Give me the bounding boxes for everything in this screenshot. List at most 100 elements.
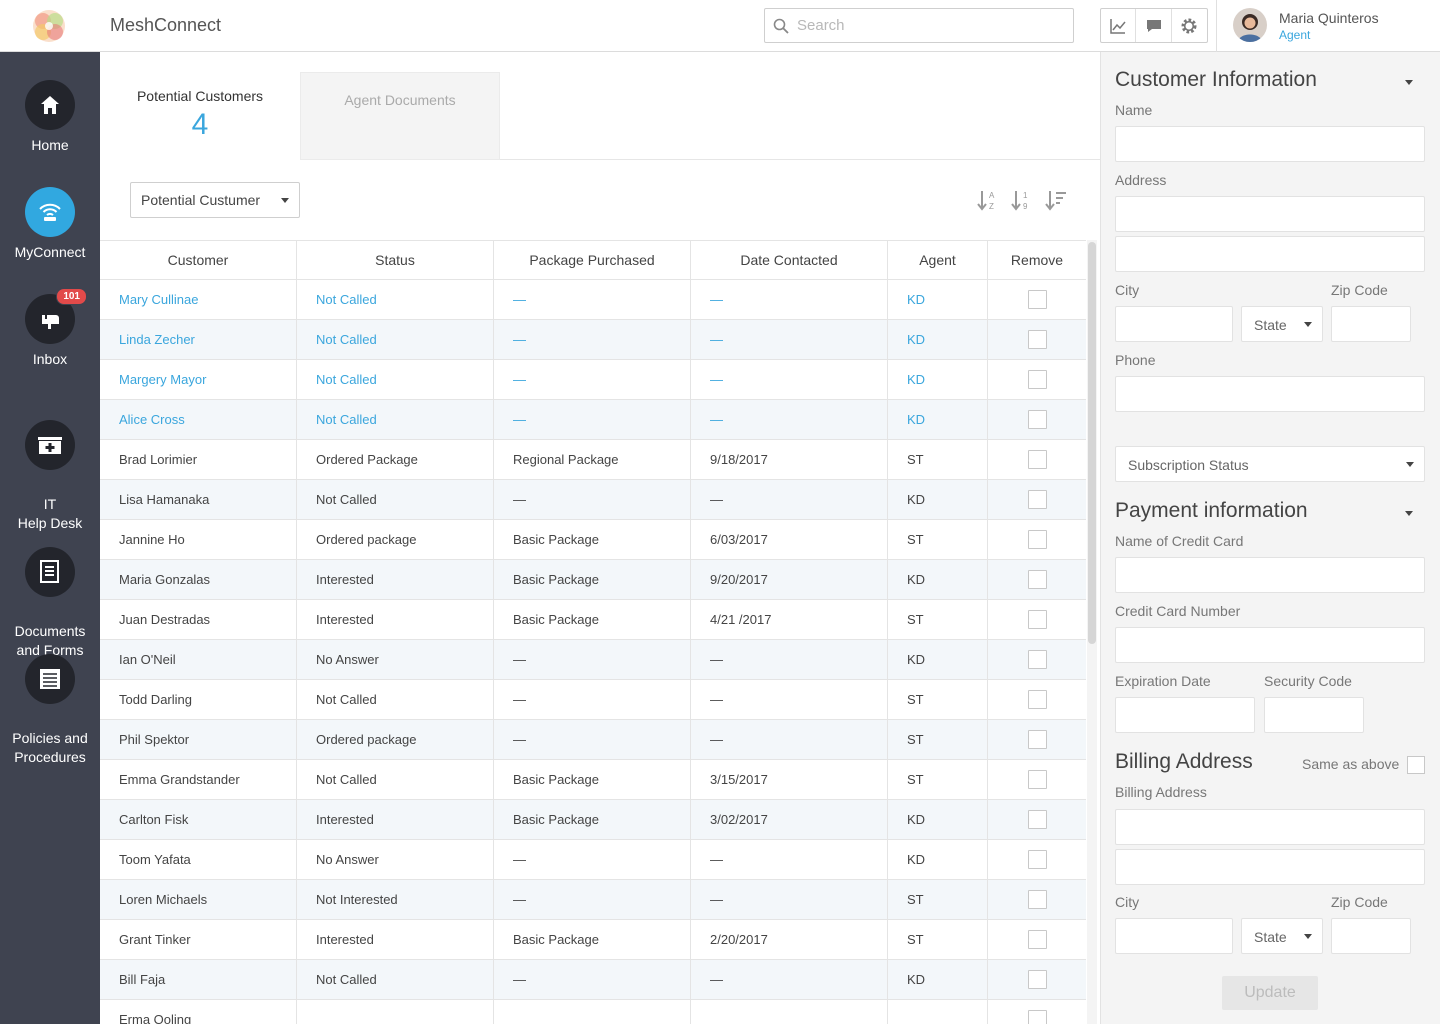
table-row[interactable]: Toom Yafata No Answer — — KD xyxy=(100,840,1086,880)
table-row[interactable]: Linda Zecher Not Called — — KD xyxy=(100,320,1086,360)
table-row[interactable]: Todd Darling Not Called — — ST xyxy=(100,680,1086,720)
messages-button[interactable] xyxy=(1136,9,1172,42)
cell-package[interactable]: — xyxy=(494,280,691,319)
cc-number-field[interactable] xyxy=(1115,627,1425,663)
sidebar-item-policies[interactable]: Policies and Procedures xyxy=(0,635,100,786)
cell-status[interactable]: Not Called xyxy=(297,400,494,439)
remove-checkbox[interactable] xyxy=(1027,890,1047,909)
cell-status[interactable]: Not Called xyxy=(297,320,494,359)
cell-agent[interactable]: KD xyxy=(888,360,988,399)
cc-name-field[interactable] xyxy=(1115,557,1425,593)
cell-package[interactable]: — xyxy=(494,320,691,359)
security-code-field[interactable] xyxy=(1264,697,1364,733)
remove-checkbox[interactable] xyxy=(1027,970,1047,989)
billing-zip-field[interactable] xyxy=(1331,918,1411,954)
remove-checkbox[interactable] xyxy=(1027,770,1047,789)
analytics-button[interactable] xyxy=(1101,9,1137,42)
table-row[interactable]: Loren Michaels Not Interested — — ST xyxy=(100,880,1086,920)
sort-alpha-icon[interactable]: A Z xyxy=(976,188,1000,212)
remove-checkbox[interactable] xyxy=(1027,810,1047,829)
billing-line1-field[interactable] xyxy=(1115,809,1425,845)
remove-checkbox[interactable] xyxy=(1027,490,1047,509)
cell-date[interactable]: — xyxy=(691,320,888,359)
remove-checkbox[interactable] xyxy=(1027,530,1047,549)
col-header-date[interactable]: Date Contacted xyxy=(691,241,888,279)
cell-package[interactable]: — xyxy=(494,400,691,439)
table-row[interactable]: Margery Mayor Not Called — — KD xyxy=(100,360,1086,400)
subscription-status-dropdown[interactable]: Subscription Status xyxy=(1115,446,1425,482)
cell-customer[interactable]: Mary Cullinae xyxy=(100,280,297,319)
zip-field[interactable] xyxy=(1331,306,1411,342)
cell-customer[interactable]: Linda Zecher xyxy=(100,320,297,359)
remove-checkbox[interactable] xyxy=(1027,450,1047,469)
update-button[interactable]: Update xyxy=(1222,976,1318,1010)
remove-checkbox[interactable] xyxy=(1027,690,1047,709)
table-row[interactable]: Jannine Ho Ordered package Basic Package 6/… xyxy=(100,520,1086,560)
remove-checkbox[interactable] xyxy=(1027,650,1047,669)
remove-checkbox[interactable] xyxy=(1027,410,1047,429)
cell-agent[interactable]: KD xyxy=(888,280,988,319)
cell-status[interactable]: Not Called xyxy=(297,280,494,319)
remove-checkbox[interactable] xyxy=(1027,370,1047,389)
same-as-above-checkbox[interactable] xyxy=(1407,756,1425,774)
col-header-agent[interactable]: Agent xyxy=(888,241,988,279)
table-row[interactable]: Emma Grandstander Not Called Basic Package… xyxy=(100,760,1086,800)
cell-date[interactable]: — xyxy=(691,400,888,439)
remove-checkbox[interactable] xyxy=(1027,930,1047,949)
table-row[interactable]: Maria Gonzalas Interested Basic Package 9/2… xyxy=(100,560,1086,600)
tab-potential-customers[interactable]: Potential Customers 4 xyxy=(100,72,300,160)
expiration-field[interactable] xyxy=(1115,697,1255,733)
sidebar-item-myconnect[interactable]: MyConnect xyxy=(0,187,100,262)
table-row[interactable]: Ian O'Neil No Answer — — KD xyxy=(100,640,1086,680)
city-field[interactable] xyxy=(1115,306,1233,342)
table-row[interactable]: Mary Cullinae Not Called — — KD xyxy=(100,280,1086,320)
cell-customer[interactable]: Alice Cross xyxy=(100,400,297,439)
meshconnect-logo-icon[interactable] xyxy=(28,6,70,46)
table-row[interactable]: Juan Destradas Interested Basic Package 4/2… xyxy=(100,600,1086,640)
tab-agent-documents[interactable]: Agent Documents xyxy=(300,72,500,160)
billing-city-field[interactable] xyxy=(1115,918,1233,954)
cell-package[interactable]: — xyxy=(494,360,691,399)
remove-checkbox[interactable] xyxy=(1027,1010,1047,1024)
payment-info-title[interactable]: Payment information xyxy=(1115,499,1308,523)
cell-agent[interactable]: KD xyxy=(888,320,988,359)
cell-agent[interactable]: KD xyxy=(888,400,988,439)
chevron-down-icon[interactable] xyxy=(1405,511,1413,516)
remove-checkbox[interactable] xyxy=(1027,330,1047,349)
cell-date[interactable]: — xyxy=(691,360,888,399)
table-row[interactable]: Bill Faja Not Called — — KD xyxy=(100,960,1086,1000)
sort-amount-icon[interactable] xyxy=(1044,188,1068,212)
table-row[interactable]: Carlton Fisk Interested Basic Package 3/02/… xyxy=(100,800,1086,840)
table-row[interactable]: Grant Tinker Interested Basic Package 2/20/… xyxy=(100,920,1086,960)
billing-line2-field[interactable] xyxy=(1115,849,1425,885)
cell-date[interactable]: — xyxy=(691,280,888,319)
phone-field[interactable] xyxy=(1115,376,1425,412)
search-box[interactable] xyxy=(764,8,1074,43)
table-row[interactable]: Alice Cross Not Called — — KD xyxy=(100,400,1086,440)
chevron-down-icon[interactable] xyxy=(1405,80,1413,85)
table-row[interactable]: Phil Spektor Ordered package — — ST xyxy=(100,720,1086,760)
sidebar-item-inbox[interactable]: 101 Inbox xyxy=(0,288,100,369)
col-header-customer[interactable]: Customer xyxy=(100,241,297,279)
customer-info-title[interactable]: Customer Information xyxy=(1115,68,1317,92)
col-header-package[interactable]: Package Purchased xyxy=(494,241,691,279)
cell-status[interactable]: Not Called xyxy=(297,360,494,399)
table-row[interactable]: Erma Ooling xyxy=(100,1000,1086,1024)
avatar[interactable] xyxy=(1233,8,1267,42)
remove-checkbox[interactable] xyxy=(1027,850,1047,869)
table-row[interactable]: Brad Lorimier Ordered Package Regional Pac… xyxy=(100,440,1086,480)
search-input[interactable] xyxy=(797,17,1057,34)
table-row[interactable]: Lisa Hamanaka Not Called — — KD xyxy=(100,480,1086,520)
sort-numeric-icon[interactable]: 1 9 xyxy=(1010,188,1034,212)
settings-button[interactable] xyxy=(1172,9,1207,42)
remove-checkbox[interactable] xyxy=(1027,290,1047,309)
address-line2-field[interactable] xyxy=(1115,236,1425,272)
sidebar-item-home[interactable]: Home xyxy=(0,80,100,155)
name-field[interactable] xyxy=(1115,126,1425,162)
billing-state-dropdown[interactable]: State xyxy=(1241,918,1323,954)
remove-checkbox[interactable] xyxy=(1027,570,1047,589)
state-dropdown[interactable]: State xyxy=(1241,306,1323,342)
table-scrollbar[interactable] xyxy=(1088,242,1096,644)
same-as-above-label[interactable]: Same as above xyxy=(1302,756,1399,772)
remove-checkbox[interactable] xyxy=(1027,730,1047,749)
